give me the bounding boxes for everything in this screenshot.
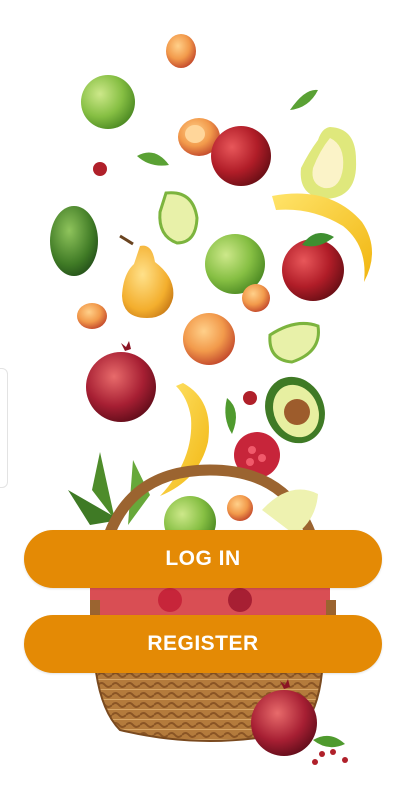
log-in-button[interactable]: LOG IN <box>24 530 382 588</box>
fruit-basket-illustration <box>50 34 373 765</box>
register-button[interactable]: REGISTER <box>24 615 382 673</box>
